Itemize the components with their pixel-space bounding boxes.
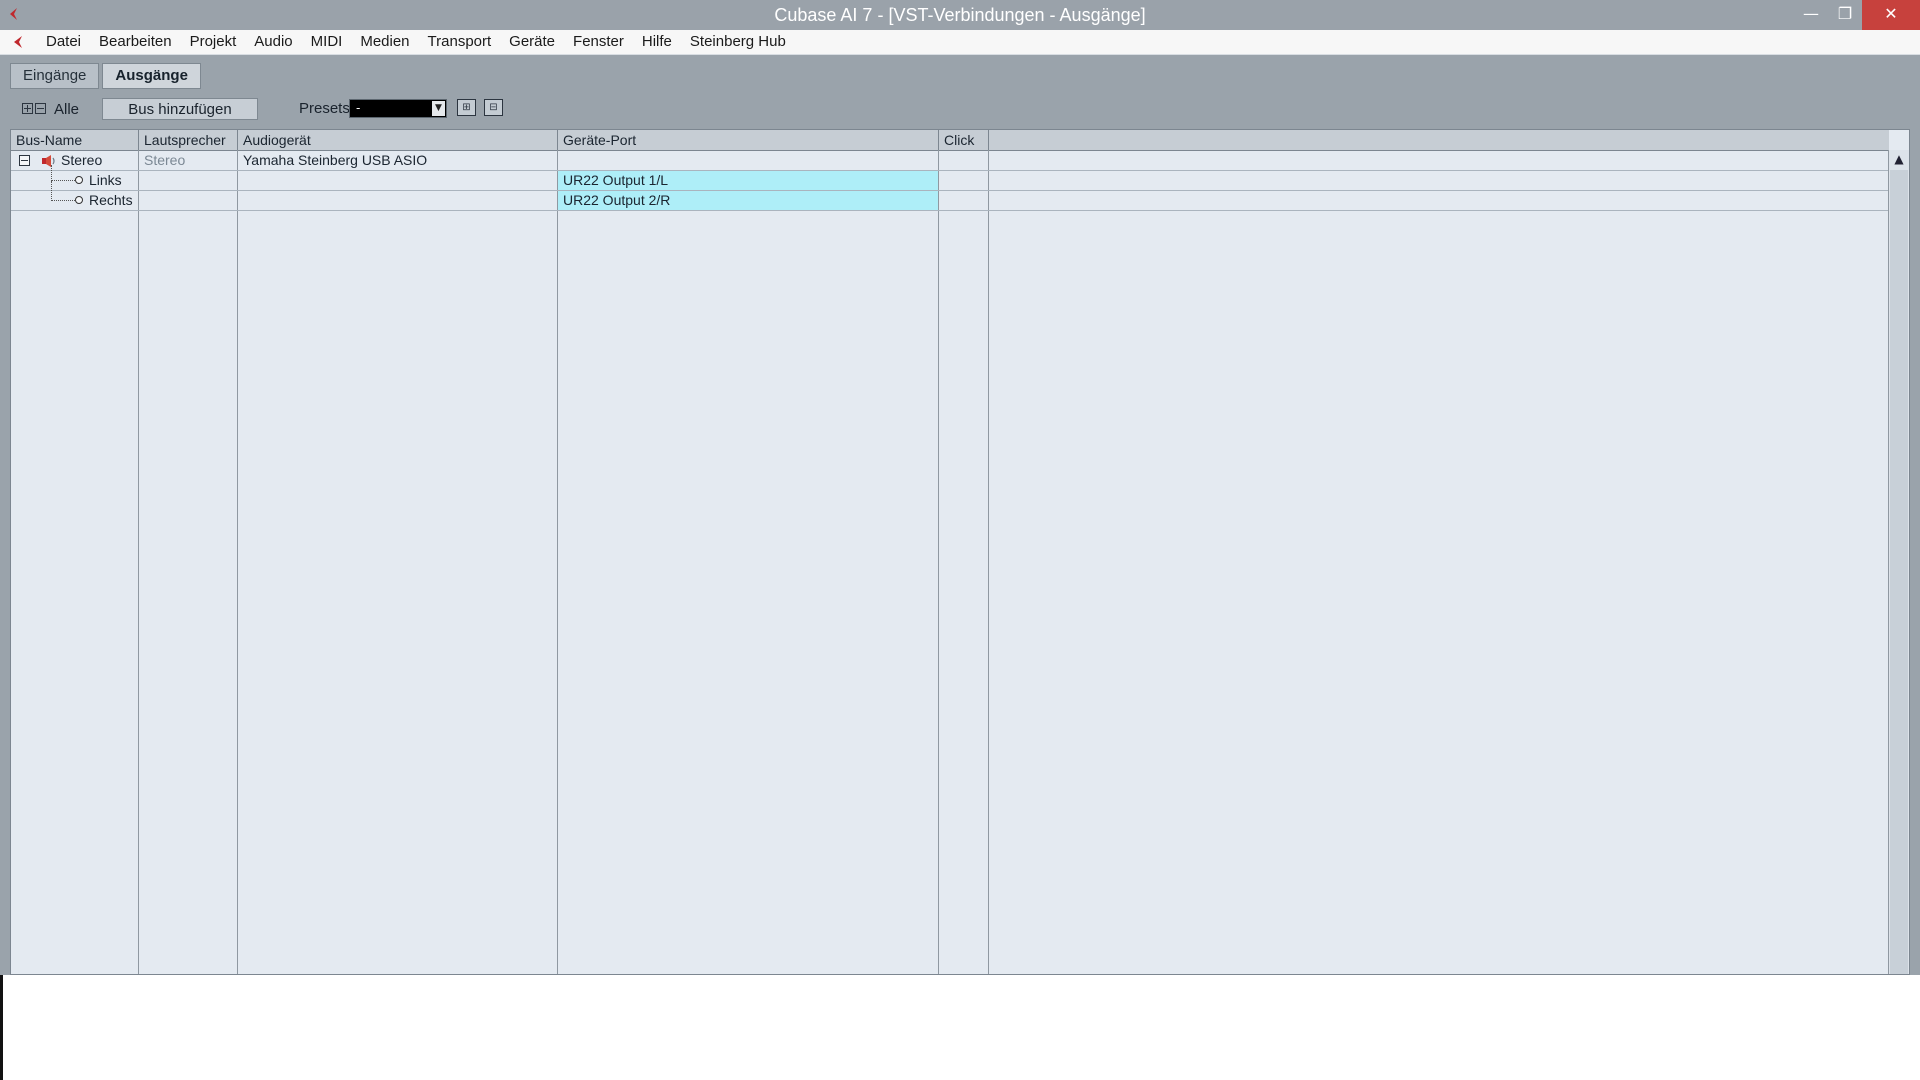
speaker-config[interactable]: Stereo	[139, 151, 237, 170]
column-divider	[938, 150, 939, 974]
menu-fenster[interactable]: Fenster	[564, 30, 633, 54]
bus-name[interactable]: Stereo	[61, 151, 138, 170]
menu-bar: Datei Bearbeiten Projekt Audio MIDI Medi…	[0, 30, 1920, 81]
menu-geraete[interactable]: Geräte	[500, 30, 564, 54]
tab-ausgaenge[interactable]: Ausgänge	[102, 63, 201, 89]
tab-eingaenge[interactable]: Eingänge	[10, 63, 100, 89]
device-port[interactable]	[558, 151, 938, 170]
click-cell[interactable]	[939, 191, 988, 210]
scroll-thumb[interactable]	[1890, 170, 1908, 974]
table-header: Bus-Name Lautsprecher Audiogerät Geräte-…	[11, 130, 1889, 151]
audio-device[interactable]	[238, 191, 557, 210]
all-label: Alle	[54, 101, 80, 118]
channel-node-icon	[75, 196, 83, 204]
device-port-select[interactable]: UR22 Output 1/L	[558, 171, 938, 190]
menu-projekt[interactable]: Projekt	[181, 30, 246, 54]
tab-bar: Eingänge Ausgänge	[10, 63, 201, 89]
speaker-icon	[42, 155, 55, 167]
column-divider	[557, 150, 558, 974]
chevron-down-icon[interactable]: ▼	[432, 101, 445, 116]
speaker-config[interactable]	[139, 171, 237, 190]
add-bus-button[interactable]: Bus hinzufügen	[102, 98, 258, 120]
delete-preset-icon[interactable]: ⊟	[484, 99, 503, 116]
toolbar: Alle Bus hinzufügen Presets - ▼ ⊞ ⊟	[10, 98, 1910, 124]
click-cell[interactable]	[939, 171, 988, 190]
window-edge	[0, 975, 3, 1080]
cubase-menu-icon[interactable]	[10, 34, 26, 50]
bus-name[interactable]: Links	[89, 171, 138, 190]
table-row-stereo[interactable]: Stereo Stereo Yamaha Steinberg USB ASIO	[11, 151, 1889, 171]
speaker-config[interactable]	[139, 191, 237, 210]
minimize-button[interactable]: —	[1794, 0, 1828, 30]
menu-audio[interactable]: Audio	[245, 30, 301, 54]
header-bus-name[interactable]: Bus-Name	[11, 130, 139, 150]
bus-table: Bus-Name Lautsprecher Audiogerät Geräte-…	[10, 129, 1910, 975]
save-preset-icon[interactable]: ⊞	[457, 99, 476, 116]
menu-bearbeiten[interactable]: Bearbeiten	[90, 30, 181, 54]
menu-hilfe[interactable]: Hilfe	[633, 30, 681, 54]
expand-all-icon[interactable]	[22, 103, 33, 114]
presets-label: Presets	[299, 100, 350, 117]
channel-node-icon	[75, 176, 83, 184]
menu-transport[interactable]: Transport	[419, 30, 501, 54]
menu-medien[interactable]: Medien	[351, 30, 418, 54]
column-divider	[988, 150, 989, 974]
header-empty	[989, 130, 1889, 150]
table-row-rechts[interactable]: Rechts UR22 Output 2/R	[11, 181, 1889, 211]
presets-value: -	[356, 101, 361, 115]
device-port-select[interactable]: UR22 Output 2/R	[558, 191, 938, 210]
tree-line	[51, 181, 53, 201]
column-divider	[138, 150, 139, 974]
menu-steinberg-hub[interactable]: Steinberg Hub	[681, 30, 795, 54]
audio-device[interactable]: Yamaha Steinberg USB ASIO	[238, 151, 557, 170]
tree-line	[51, 200, 75, 202]
maximize-button[interactable]: ❐	[1828, 0, 1862, 30]
menu-midi[interactable]: MIDI	[302, 30, 352, 54]
column-divider	[237, 150, 238, 974]
header-audiogeraet[interactable]: Audiogerät	[238, 130, 558, 150]
close-button[interactable]: ✕	[1862, 0, 1920, 30]
audio-device[interactable]	[238, 171, 557, 190]
tree-line	[51, 180, 75, 182]
click-cell[interactable]	[939, 151, 988, 170]
header-click[interactable]: Click	[939, 130, 989, 150]
menu-datei[interactable]: Datei	[37, 30, 90, 54]
table-row-links[interactable]: Links UR22 Output 1/L	[11, 165, 1889, 191]
collapse-all-icon[interactable]	[35, 103, 46, 114]
header-geraete-port[interactable]: Geräte-Port	[558, 130, 939, 150]
title-bar: Cubase AI 7 - [VST-Verbindungen - Ausgän…	[0, 0, 1920, 30]
presets-dropdown[interactable]: - ▼	[349, 99, 447, 118]
scroll-up-icon[interactable]: ▲	[1889, 150, 1909, 168]
window-title: Cubase AI 7 - [VST-Verbindungen - Ausgän…	[774, 5, 1146, 25]
tree-line	[51, 165, 53, 181]
vertical-scrollbar[interactable]: ▲	[1888, 150, 1909, 974]
header-lautsprecher[interactable]: Lautsprecher	[139, 130, 238, 150]
collapse-icon[interactable]	[19, 155, 30, 166]
bus-name[interactable]: Rechts	[89, 191, 138, 210]
vst-connections-panel: Eingänge Ausgänge Alle Bus hinzufügen Pr…	[0, 55, 1920, 975]
